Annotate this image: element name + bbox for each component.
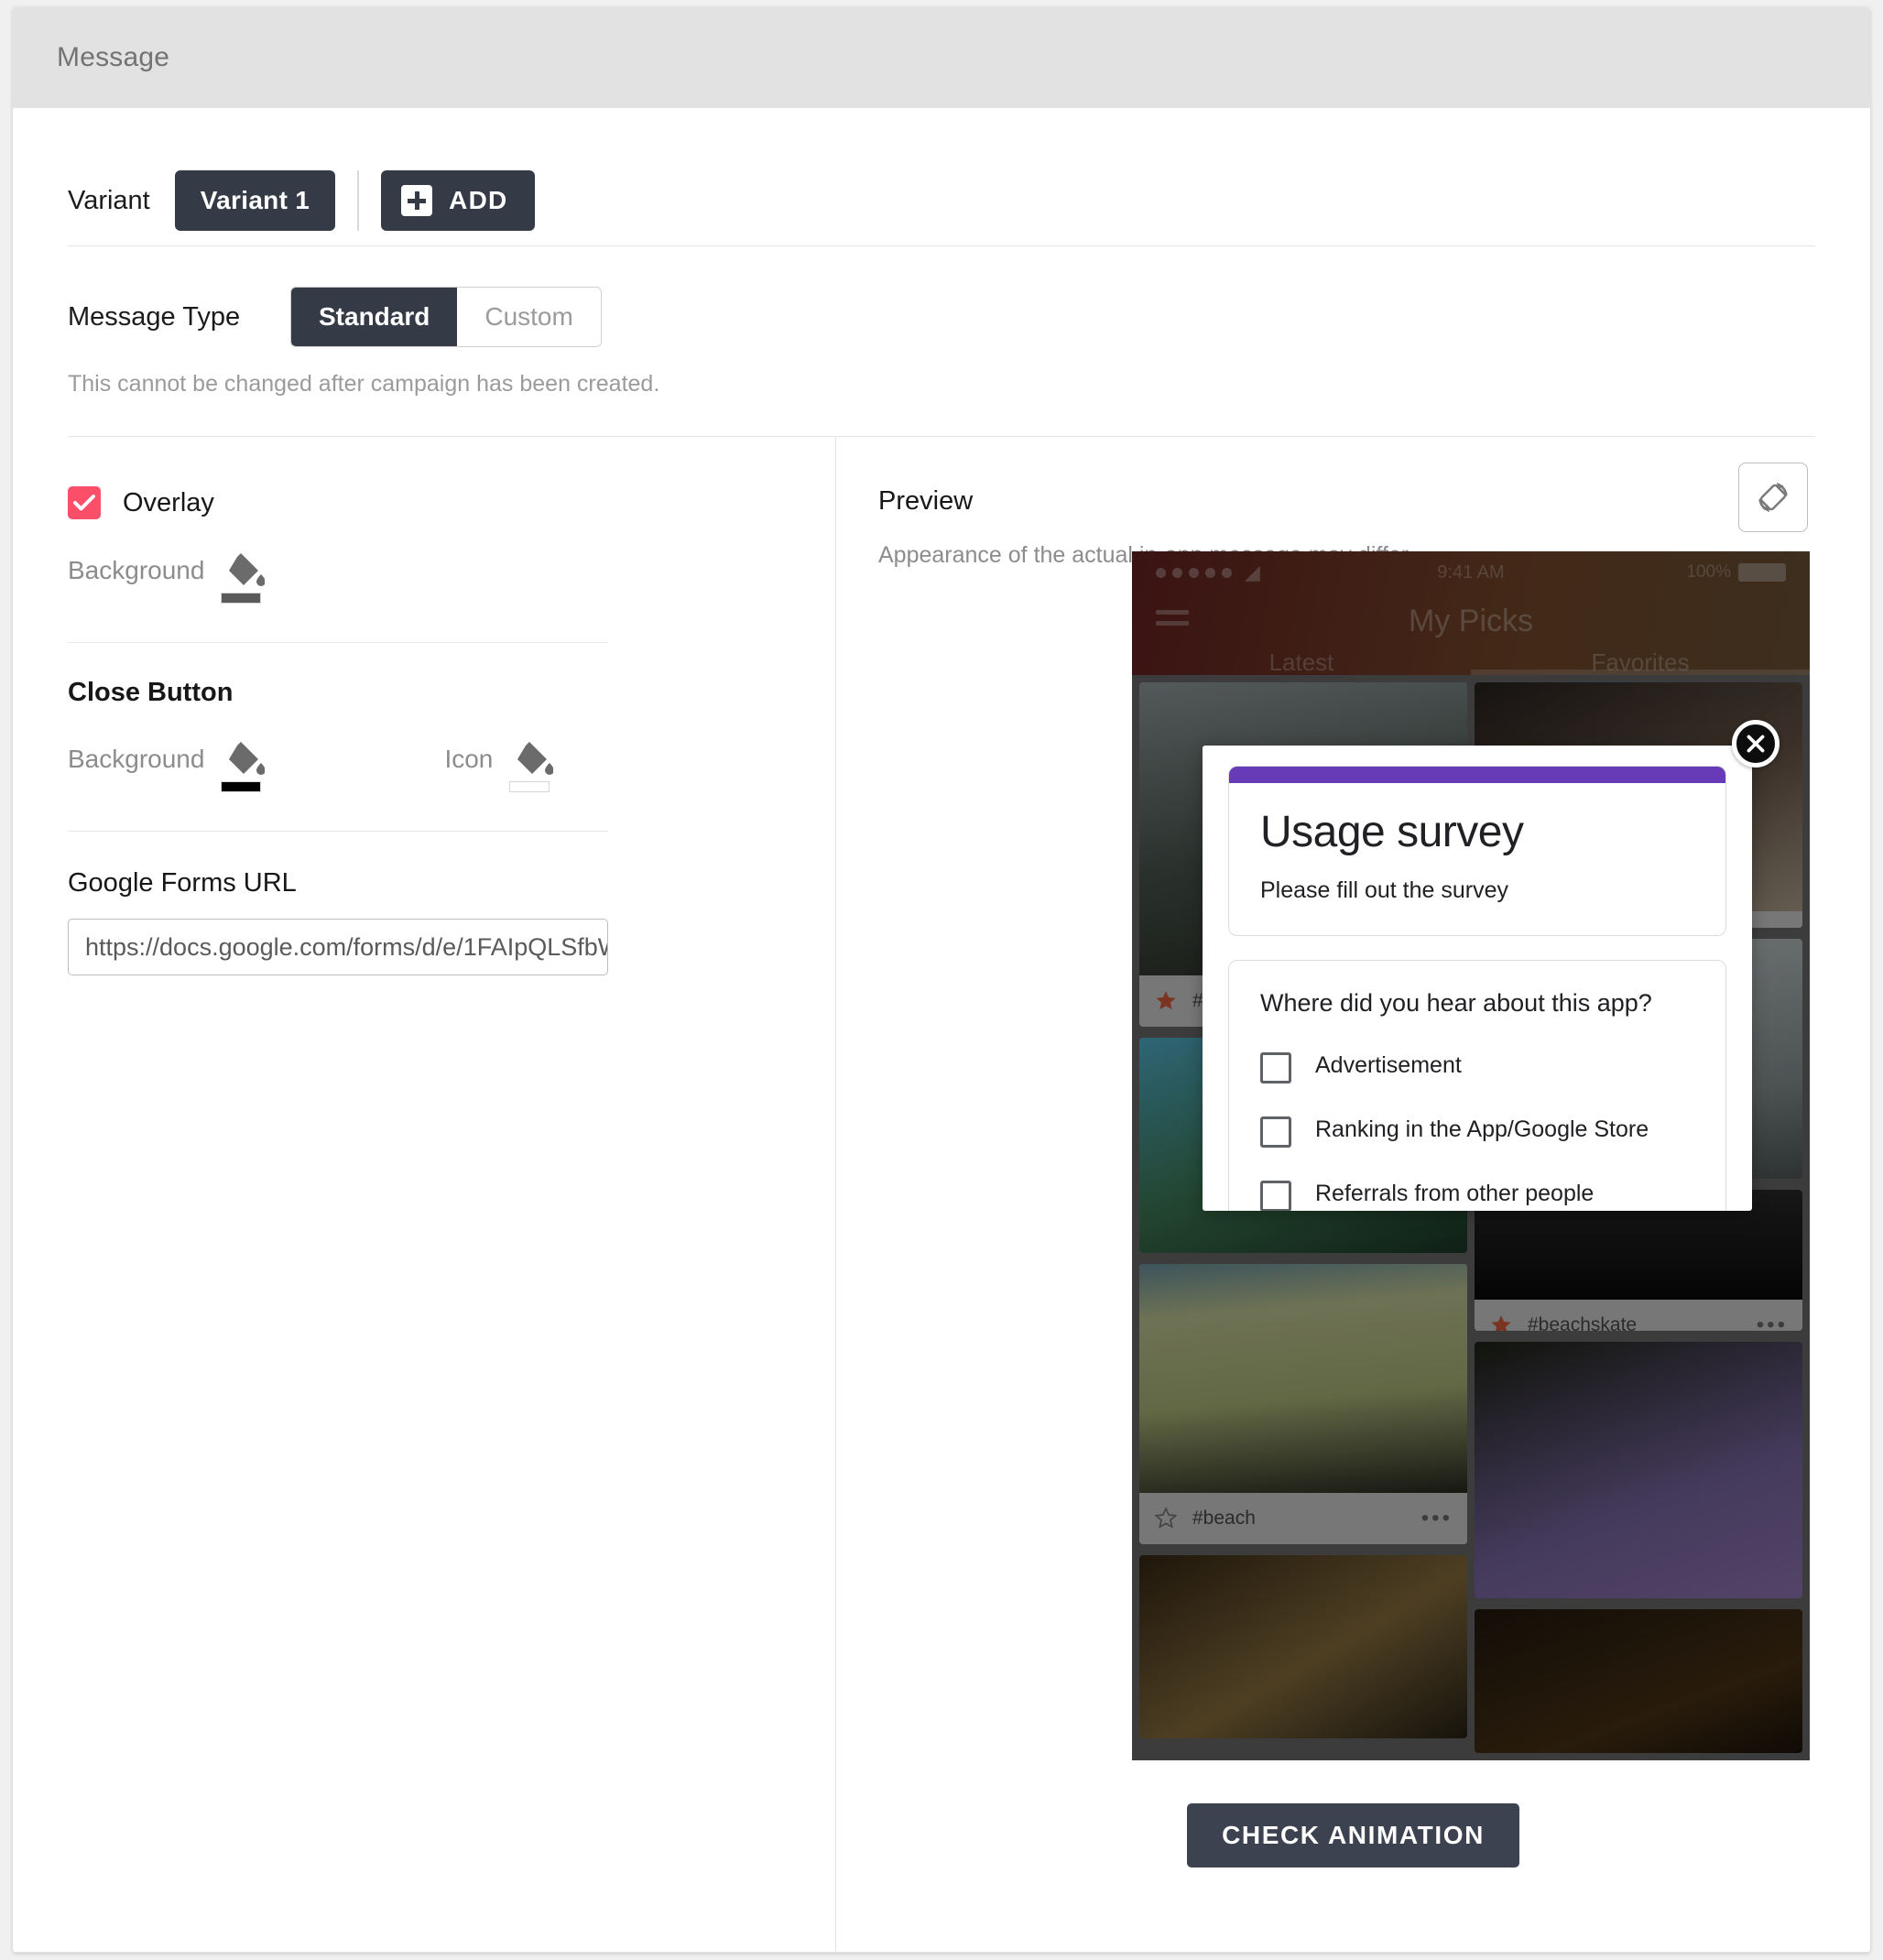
variant-row: Variant Variant 1 ADD <box>13 108 1870 245</box>
check-icon <box>73 495 95 511</box>
overlay-background-swatch[interactable] <box>221 593 262 604</box>
message-type-note: This cannot be changed after campaign ha… <box>68 371 660 397</box>
message-type-label: Message Type <box>68 301 241 332</box>
check-animation-wrap: CHECK ANIMATION <box>836 1803 1870 1867</box>
overlay-checkbox-row[interactable]: Overlay <box>68 486 835 519</box>
google-forms-url-label: Google Forms URL <box>68 868 297 898</box>
plus-icon <box>401 185 433 216</box>
google-forms-url-input[interactable]: https://docs.google.com/forms/d/e/1FAIpQ… <box>68 919 608 975</box>
message-panel: Message Variant Variant 1 ADD Message Ty… <box>13 7 1870 1953</box>
overlay-divider <box>68 642 608 643</box>
close-button-background-label: Background <box>68 745 205 773</box>
check-animation-button[interactable]: CHECK ANIMATION <box>1187 1803 1519 1867</box>
page-title: Message <box>57 42 170 72</box>
survey-title: Usage survey <box>1260 808 1524 856</box>
phone-preview: #camp ••• #beach <box>1132 551 1810 1760</box>
phone-screen: #camp ••• #beach <box>1132 551 1810 1760</box>
close-circle-icon[interactable] <box>1732 720 1780 768</box>
add-variant-button[interactable]: ADD <box>381 170 536 231</box>
message-type-row: Message Type Standard Custom <box>13 246 1870 347</box>
message-type-option-custom[interactable]: Custom <box>457 288 601 346</box>
checkbox-icon[interactable] <box>1260 1116 1291 1149</box>
add-variant-label: ADD <box>449 186 508 214</box>
overlay-background-row: Background <box>68 550 835 604</box>
variant-label: Variant <box>68 185 150 215</box>
message-type-segmented-control: Standard Custom <box>290 287 602 347</box>
in-app-message-modal: Usage survey Please fill out the survey … <box>1203 746 1752 1211</box>
survey-header-card: Usage survey Please fill out the survey <box>1228 766 1726 936</box>
close-button-color-row: Background Icon <box>68 739 835 792</box>
overlay-checkbox[interactable] <box>68 486 101 519</box>
panel-body: Overlay Background Close Button Backgrou… <box>13 437 1870 1952</box>
close-button-background-swatch[interactable] <box>221 781 262 792</box>
variant-1-button[interactable]: Variant 1 <box>174 170 336 231</box>
survey-option-label: Ranking in the App/Google Store <box>1315 1116 1649 1143</box>
paint-bucket-icon[interactable] <box>221 739 266 792</box>
overlay-background-label: Background <box>68 556 205 584</box>
screen-rotation-icon[interactable] <box>1738 463 1808 532</box>
survey-description: Please fill out the survey <box>1260 877 1508 903</box>
close-button-icon-field[interactable]: Icon <box>444 739 554 792</box>
survey-question: Where did you hear about this app? <box>1260 989 1652 1017</box>
survey-option[interactable]: Referrals from other people <box>1260 1179 1694 1211</box>
variant-divider <box>357 170 360 231</box>
survey-option-label: Advertisement <box>1315 1052 1462 1079</box>
survey-option[interactable]: Advertisement <box>1260 1051 1694 1084</box>
panel-header: Message <box>13 7 1870 108</box>
close-button-divider <box>68 831 608 832</box>
settings-column: Overlay Background Close Button Backgrou… <box>13 437 835 1952</box>
survey-option-label: Referrals from other people <box>1315 1181 1595 1207</box>
close-button-background-field[interactable]: Background <box>68 739 266 792</box>
message-type-option-standard[interactable]: Standard <box>291 288 458 346</box>
close-button-section-title: Close Button <box>68 678 234 707</box>
preview-column: Preview Appearance of the actual in-app … <box>836 437 1870 1952</box>
close-button-icon-label: Icon <box>444 745 494 773</box>
survey-option[interactable]: Ranking in the App/Google Store <box>1260 1115 1694 1149</box>
panel-bottom-divider <box>13 1952 1870 1953</box>
survey-question-card: Where did you hear about this app? Adver… <box>1228 960 1726 1211</box>
preview-title: Preview <box>878 486 974 516</box>
paint-bucket-icon[interactable] <box>509 739 554 792</box>
checkbox-icon[interactable] <box>1260 1181 1291 1211</box>
paint-bucket-icon[interactable] <box>221 550 266 604</box>
overlay-label: Overlay <box>123 487 214 517</box>
checkbox-icon[interactable] <box>1260 1052 1291 1084</box>
overlay-background-field[interactable]: Background <box>68 550 266 604</box>
close-button-icon-swatch[interactable] <box>509 781 550 792</box>
form-accent-bar <box>1229 767 1725 783</box>
